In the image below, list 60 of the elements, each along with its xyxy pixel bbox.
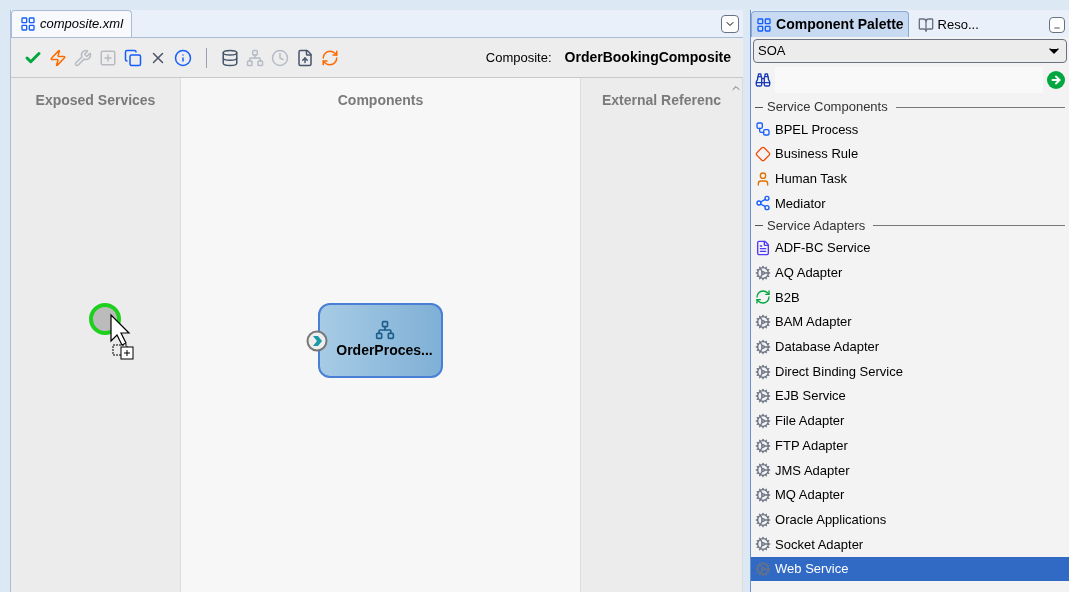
column-header: Components <box>337 91 424 110</box>
gear-icon <box>755 412 772 429</box>
document-icon <box>755 240 772 257</box>
column-header: Exposed Services <box>35 91 156 110</box>
palette-item[interactable]: BAM Adapter <box>751 309 1069 335</box>
palette-item[interactable]: Web Service <box>751 556 1069 582</box>
palette-item[interactable]: Direct Binding Service <box>751 359 1069 384</box>
gear-icon <box>755 511 772 528</box>
palette-item[interactable]: B2B <box>751 285 1069 310</box>
palette-item[interactable]: Socket Adapter <box>751 532 1069 557</box>
palette-item[interactable]: ADF-BC Service <box>751 235 1069 261</box>
gear-icon <box>755 462 772 479</box>
palette-item[interactable]: Human Task <box>751 166 1069 192</box>
hierarchy-icon <box>374 320 395 340</box>
gear-icon <box>755 437 772 454</box>
grid-icon <box>756 16 773 33</box>
gear-icon <box>755 314 772 331</box>
palette-item[interactable]: Mediator <box>751 191 1069 216</box>
editor-tab[interactable]: composite.xml <box>11 10 133 37</box>
go-icon[interactable] <box>1047 71 1065 89</box>
palette-item[interactable]: MQ Adapter <box>751 482 1069 508</box>
composite-name: OrderBookingComposite <box>564 48 732 67</box>
palette-item[interactable]: AQ Adapter <box>751 260 1069 286</box>
palette-item[interactable]: Database Adapter <box>751 334 1069 360</box>
minimize-button[interactable] <box>1049 17 1065 33</box>
database-button[interactable] <box>220 47 240 68</box>
binoculars-icon <box>755 72 772 88</box>
branch-icon <box>755 195 772 212</box>
gear-icon <box>755 536 772 553</box>
minus-icon <box>1053 24 1061 32</box>
library-dropdown[interactable]: SOA <box>753 39 1067 63</box>
palette-item[interactable]: BPEL Process <box>751 117 1069 142</box>
palette-item[interactable]: JMS Adapter <box>751 457 1069 483</box>
palette-item[interactable]: File Adapter <box>751 408 1069 434</box>
component-node[interactable]: OrderProces... <box>318 303 443 378</box>
document-button[interactable] <box>295 47 315 68</box>
hierarchy-icon <box>755 121 772 138</box>
gear-icon <box>755 388 772 405</box>
composite-label: Composite: <box>485 48 552 67</box>
book-icon <box>917 16 934 33</box>
dropdown-button[interactable] <box>721 15 740 33</box>
gear-icon <box>755 363 772 380</box>
info-button[interactable] <box>173 47 193 68</box>
lightning-button[interactable] <box>48 47 68 68</box>
gear-icon <box>755 561 772 578</box>
palette-item[interactable]: FTP Adapter <box>751 433 1069 458</box>
palette-item[interactable]: EJB Service <box>751 383 1069 409</box>
diamond-icon <box>755 146 772 163</box>
palette-item[interactable]: Business Rule <box>751 141 1069 167</box>
column-header: External Referenc <box>602 91 722 110</box>
palette-tab[interactable]: Component Palette <box>751 11 909 37</box>
diagram-icon <box>20 16 36 32</box>
section-header: Service Adapters <box>767 217 866 235</box>
gear-icon <box>755 486 772 503</box>
arrows-icon <box>755 289 772 306</box>
copy-button[interactable] <box>123 47 143 68</box>
gear-icon <box>755 338 772 355</box>
section-header: Service Components <box>767 98 888 117</box>
gear-icon <box>755 264 772 281</box>
palette-item[interactable]: Oracle Applications <box>751 507 1069 532</box>
